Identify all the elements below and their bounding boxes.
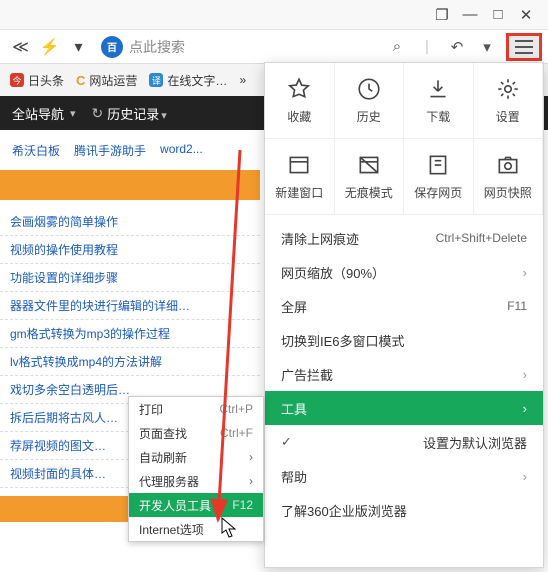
menu-history[interactable]: 历史 xyxy=(335,63,405,139)
history-icon: ↻ xyxy=(92,105,104,122)
list-header xyxy=(0,170,260,200)
menu-tools[interactable]: 工具 xyxy=(265,391,543,425)
site-nav-dropdown[interactable]: 全站导航 xyxy=(12,104,76,123)
menu-incognito[interactable]: 无痕模式 xyxy=(335,139,405,215)
main-menu-list: 清除上网痕迹Ctrl+Shift+Delete 网页缩放（90%） 全屏F11 … xyxy=(265,215,543,533)
menu-ie6-mode[interactable]: 切换到IE6多窗口模式 xyxy=(265,323,543,357)
menu-savepage[interactable]: 保存网页 xyxy=(404,139,474,215)
menu-download[interactable]: 下载 xyxy=(404,63,474,139)
quick-link[interactable]: 希沃白板 xyxy=(12,142,60,159)
main-menu: 收藏 历史 下载 设置 新建窗口 无痕模式 保存网页 网页快照 xyxy=(264,62,544,568)
search-box[interactable]: 百 点此搜索 xyxy=(101,36,386,58)
menu-adblock[interactable]: 广告拦截 xyxy=(265,357,543,391)
menu-label: 新建窗口 xyxy=(275,184,323,201)
share-icon[interactable]: ≪ xyxy=(12,38,29,55)
main-menu-icon-grid: 收藏 历史 下载 设置 新建窗口 无痕模式 保存网页 网页快照 xyxy=(265,63,543,215)
tab[interactable]: 今日头条 xyxy=(4,72,70,89)
submenu-print[interactable]: 打印Ctrl+P xyxy=(129,397,263,421)
history-dropdown[interactable]: ↻ 历史记录 xyxy=(92,104,167,123)
menu-favorite[interactable]: 收藏 xyxy=(265,63,335,139)
menu-label: 历史 xyxy=(357,108,381,125)
submenu-internetoptions[interactable]: Internet选项 xyxy=(129,517,263,541)
tab-overflow[interactable]: » xyxy=(233,73,252,87)
menu-zoom[interactable]: 网页缩放（90%） xyxy=(265,255,543,289)
list-item[interactable]: 会画烟雾的简单操作 xyxy=(0,208,260,236)
menu-clear-traces[interactable]: 清除上网痕迹Ctrl+Shift+Delete xyxy=(265,221,543,255)
list-item[interactable]: gm格式转换为mp3的操作过程 xyxy=(0,320,260,348)
tab-label: 在线文字… xyxy=(167,72,227,89)
tools-submenu: 打印Ctrl+P 页面查找Ctrl+F 自动刷新 代理服务器 开发人员工具F12… xyxy=(128,396,264,542)
newwindow-icon xyxy=(286,152,312,178)
menu-help[interactable]: 帮助 xyxy=(265,459,543,493)
menu-label: 保存网页 xyxy=(414,184,462,201)
menu-fullscreen[interactable]: 全屏F11 xyxy=(265,289,543,323)
window-maximize-button[interactable]: □ xyxy=(484,4,512,26)
menu-label: 下载 xyxy=(426,108,450,125)
window-restore-button[interactable]: ❐ xyxy=(428,4,456,26)
list-item[interactable]: 器器文件里的块进行编辑的详细… xyxy=(0,292,260,320)
browser-toprow: ≪ ⚡ ▾ 百 点此搜索 ⌕ | ↶ ▾ xyxy=(0,30,548,64)
history-icon xyxy=(356,76,382,102)
menu-newwindow[interactable]: 新建窗口 xyxy=(265,139,335,215)
submenu-proxy[interactable]: 代理服务器 xyxy=(129,469,263,493)
download-icon xyxy=(425,76,451,102)
menu-label: 无痕模式 xyxy=(345,184,393,201)
menu-label: 设置 xyxy=(496,108,520,125)
tab-label: 网站运营 xyxy=(89,72,137,89)
window-minimize-button[interactable]: — xyxy=(456,4,484,26)
shortcut-label: Ctrl+F xyxy=(220,426,253,440)
separator: | xyxy=(416,36,438,58)
window-titlebar: ❐ — □ ✕ xyxy=(0,0,548,30)
dropdown-icon[interactable]: ▾ xyxy=(70,38,87,55)
tab[interactable]: 译在线文字… xyxy=(143,72,233,89)
quick-link[interactable]: 腾讯手游助手 xyxy=(74,142,146,159)
submenu-devtools[interactable]: 开发人员工具F12 xyxy=(129,493,263,517)
shortcut-label: Ctrl+Shift+Delete xyxy=(436,231,527,245)
search-placeholder: 点此搜索 xyxy=(129,37,185,57)
shortcut-label: Ctrl+P xyxy=(219,402,253,416)
window-close-button[interactable]: ✕ xyxy=(512,4,540,26)
incognito-icon xyxy=(356,152,382,178)
submenu-findinpage[interactable]: 页面查找Ctrl+F xyxy=(129,421,263,445)
tab-favicon: 今 xyxy=(10,73,24,87)
menu-label: 收藏 xyxy=(287,108,311,125)
menu-enterprise[interactable]: 了解360企业版浏览器 xyxy=(265,493,543,527)
main-menu-button[interactable] xyxy=(506,33,542,61)
menu-settings[interactable]: 设置 xyxy=(474,63,544,139)
shortcut-label: F12 xyxy=(232,498,253,512)
baidu-logo-icon: 百 xyxy=(101,36,123,58)
list-item[interactable]: lv格式转换成mp4的方法讲解 xyxy=(0,348,260,376)
bolt-icon[interactable]: ⚡ xyxy=(41,38,58,55)
menu-label: 网页快照 xyxy=(484,184,532,201)
shortcut-label: F11 xyxy=(507,299,527,313)
menu-snapshot[interactable]: 网页快照 xyxy=(474,139,544,215)
hamburger-icon xyxy=(515,40,533,54)
quick-link[interactable]: word2... xyxy=(160,142,203,159)
list-item[interactable]: 功能设置的详细步骤 xyxy=(0,264,260,292)
search-icon[interactable]: ⌕ xyxy=(386,36,408,58)
undo-dropdown-icon[interactable]: ▾ xyxy=(476,36,498,58)
tab-favicon: C xyxy=(76,73,85,88)
settings-icon xyxy=(495,76,521,102)
submenu-autorefresh[interactable]: 自动刷新 xyxy=(129,445,263,469)
snapshot-icon xyxy=(495,152,521,178)
list-item[interactable]: 视频的操作使用教程 xyxy=(0,236,260,264)
favorite-icon xyxy=(286,76,312,102)
savepage-icon xyxy=(425,152,451,178)
tab-favicon: 译 xyxy=(149,73,163,87)
menu-default-browser[interactable]: 设置为默认浏览器 xyxy=(265,425,543,459)
check-icon xyxy=(281,434,298,450)
tab-label: 日头条 xyxy=(28,72,64,89)
tab[interactable]: C 网站运营 xyxy=(70,72,143,89)
undo-icon[interactable]: ↶ xyxy=(446,36,468,58)
history-label: 历史记录 xyxy=(107,104,167,123)
